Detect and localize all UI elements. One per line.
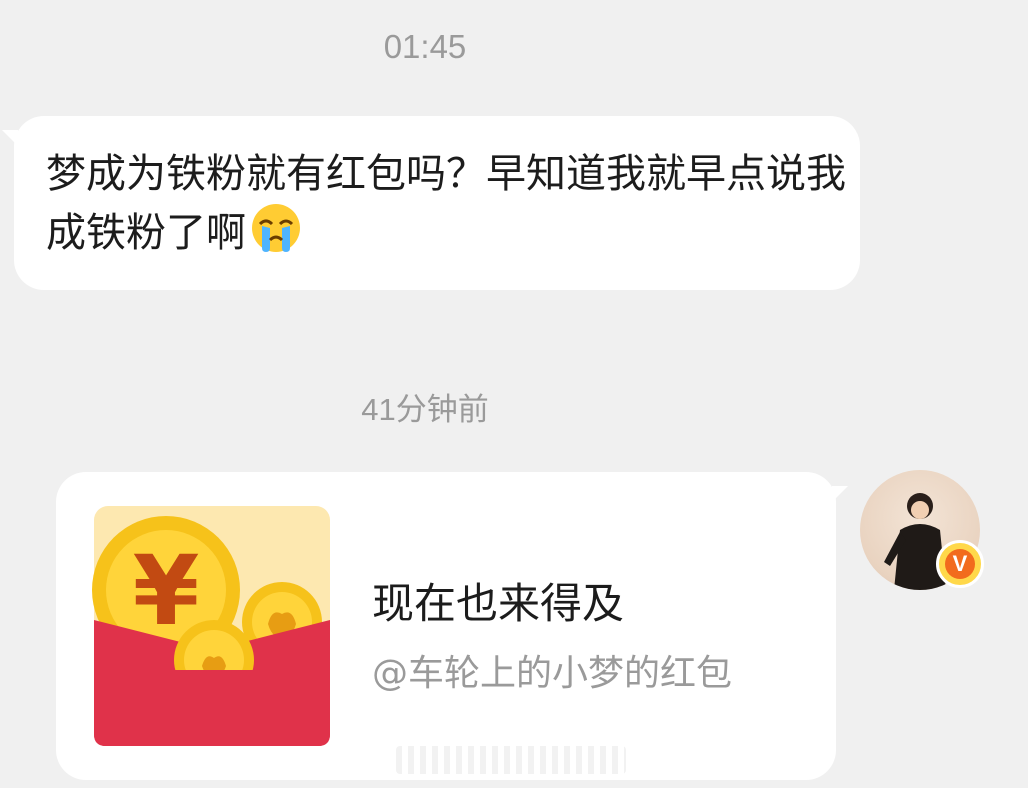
timestamp-second: 41分钟前 bbox=[361, 392, 489, 427]
verified-badge-label: V bbox=[945, 549, 975, 579]
red-packet-card[interactable]: ¥ 现在也来得及 @车轮上的小梦的红包 bbox=[56, 472, 848, 780]
incoming-message-text: 梦成为铁粉就有红包吗？早知道我就早点说我成铁粉了啊 bbox=[46, 146, 846, 261]
red-envelope-icon: ¥ bbox=[92, 506, 330, 746]
red-packet-subtitle: @车轮上的小梦的红包 bbox=[372, 653, 733, 694]
verified-badge: V bbox=[936, 540, 984, 588]
message-text: 梦成为铁粉就有红包吗？早知道我就早点说我成铁粉了啊 bbox=[46, 151, 846, 256]
sender-avatar[interactable]: V bbox=[860, 470, 984, 590]
timestamp-first: 01:45 bbox=[383, 28, 467, 65]
red-packet-title: 现在也来得及 bbox=[372, 579, 625, 628]
crying-emoji-icon bbox=[252, 204, 300, 252]
incoming-message-bubble[interactable]: 梦成为铁粉就有红包吗？早知道我就早点说我成铁粉了啊 bbox=[2, 116, 860, 290]
watermark bbox=[396, 746, 626, 774]
